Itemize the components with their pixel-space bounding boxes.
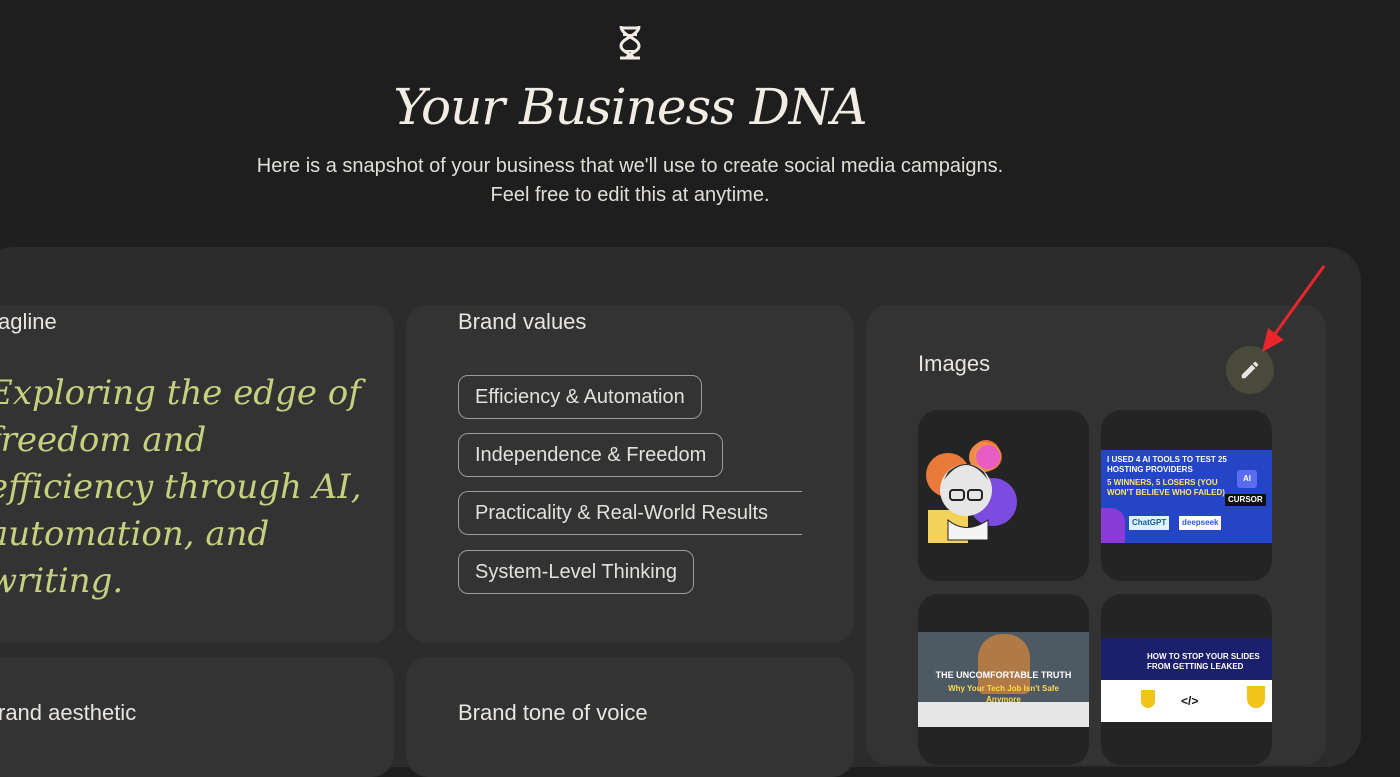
brand-value-chip[interactable]: Independence & Freedom: [458, 433, 724, 477]
desk-graphic: [918, 702, 1089, 727]
logo-image: [926, 440, 1017, 543]
thumb-text: 5 WINNERS, 5 LOSERS (YOU: [1107, 478, 1218, 487]
shield-icon: [1247, 686, 1265, 708]
brand-aesthetic-label: rand aesthetic: [0, 700, 137, 725]
thumb-text: FROM GETTING LEAKED: [1147, 662, 1244, 671]
image-thumbnail-logo[interactable]: [918, 410, 1089, 581]
image-thumbnail-hosting[interactable]: I USED 4 AI TOOLS TO TEST 25 HOSTING PRO…: [1101, 410, 1272, 581]
image-thumbnail-truth[interactable]: THE UNCOMFORTABLE TRUTH Why Your Tech Jo…: [918, 594, 1089, 765]
right-margin: [1361, 0, 1400, 738]
shield-icon: [1141, 690, 1155, 708]
thumb-text: I USED 4 AI TOOLS TO TEST 25: [1107, 455, 1227, 464]
hosting-banner-image: I USED 4 AI TOOLS TO TEST 25 HOSTING PRO…: [1101, 450, 1272, 543]
tagline-text: Exploring the edge of freedom and effici…: [0, 373, 362, 601]
tagline-card-label: agline: [0, 309, 57, 334]
page-subtitle-line2: Feel free to edit this at anytime.: [490, 184, 770, 206]
thumb-text: HOSTING PROVIDERS: [1107, 465, 1193, 474]
edit-images-button[interactable]: [1226, 346, 1274, 394]
images-card-label: Images: [918, 351, 991, 376]
annotation-arrow-icon: [1262, 265, 1326, 352]
slides-banner-image: HOW TO STOP YOUR SLIDES FROM GETTING LEA…: [1101, 638, 1272, 722]
pencil-icon: [1241, 361, 1259, 379]
dna-icon: [619, 25, 641, 60]
truth-banner-image: THE UNCOMFORTABLE TRUTH Why Your Tech Jo…: [918, 632, 1089, 727]
chatgpt-chip: ChatGPT: [1129, 516, 1170, 530]
thumb-text: HOW TO STOP YOUR SLIDES: [1147, 652, 1260, 661]
thumb-text: THE UNCOMFORTABLE TRUTH: [935, 670, 1072, 680]
cursor-badge: CURSOR: [1225, 494, 1266, 506]
page-subtitle-line1: Here is a snapshot of your business that…: [256, 155, 1004, 177]
brand-value-chip[interactable]: Efficiency & Automation: [458, 375, 702, 419]
brand-value-chip[interactable]: Practicality & Real-World Results: [458, 491, 802, 535]
thumb-text: WON'T BELIEVE WHO FAILED): [1107, 488, 1225, 497]
code-icon: </>: [1181, 694, 1199, 708]
ai-badge: AI: [1237, 470, 1257, 488]
brain-graphic: [1101, 508, 1125, 543]
brand-tone-label: Brand tone of voice: [458, 700, 648, 725]
deepseek-chip: deepseek: [1179, 516, 1222, 530]
image-thumbnail-slides[interactable]: HOW TO STOP YOUR SLIDES FROM GETTING LEA…: [1101, 594, 1272, 765]
brand-values-label: Brand values: [458, 309, 587, 334]
brand-value-chip[interactable]: System-Level Thinking: [458, 550, 694, 594]
thumb-text: Why Your Tech Job Isn't Safe: [948, 684, 1059, 693]
page-title: Your Business DNA: [393, 78, 867, 136]
